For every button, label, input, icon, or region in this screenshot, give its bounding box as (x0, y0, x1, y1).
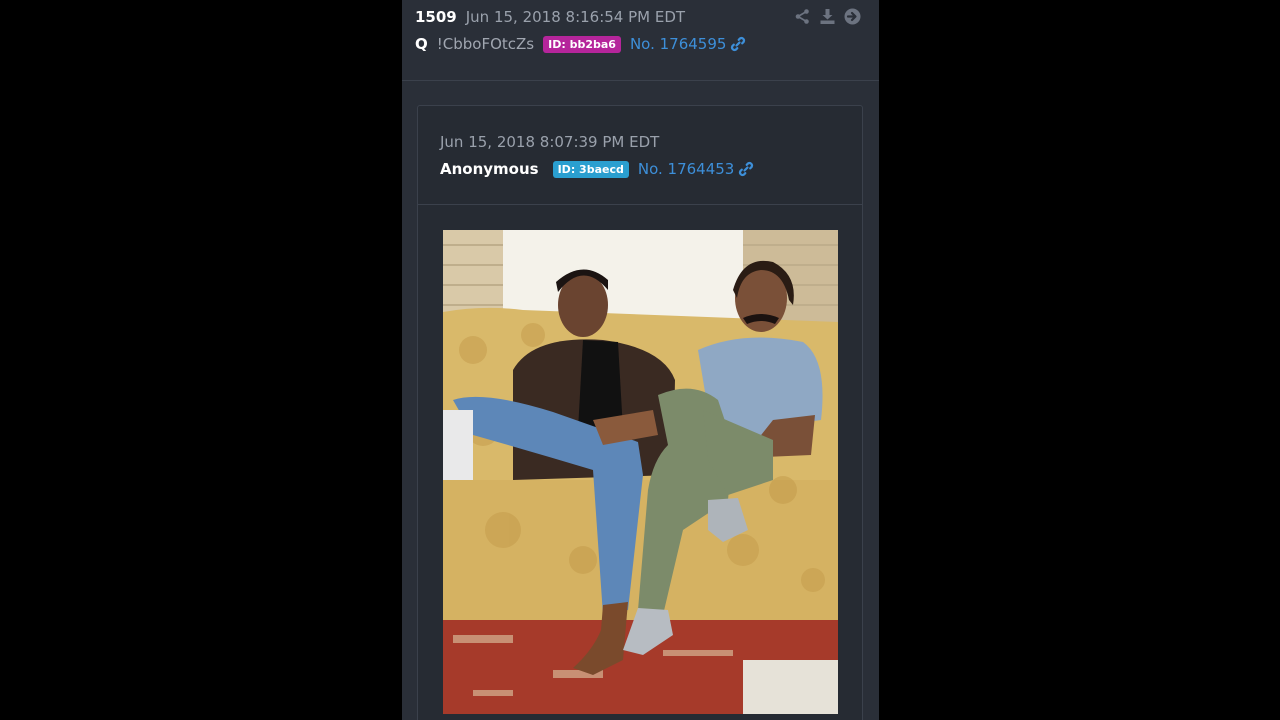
quoted-author-row: Anonymous ID: 3baecd No. 1764453 (440, 160, 754, 178)
link-icon (739, 161, 754, 177)
quoted-post-number-link[interactable]: No. 1764453 (638, 160, 754, 178)
post-number: 1509 (415, 8, 457, 26)
post-number-link[interactable]: No. 1764595 (630, 35, 746, 53)
link-icon (731, 36, 746, 52)
arrow-right-circle-icon[interactable] (844, 8, 861, 25)
post-date: Jun 15, 2018 8:16:54 PM EDT (465, 8, 686, 26)
post-actions (794, 8, 861, 25)
author-name: Q (415, 35, 428, 53)
quoted-post-header: Jun 15, 2018 8:07:39 PM EDT Anonymous ID… (418, 106, 862, 205)
post-header: 1509 Jun 15, 2018 8:16:54 PM EDT Q !Cbbo… (402, 0, 879, 81)
post-meta-row: 1509 Jun 15, 2018 8:16:54 PM EDT (415, 8, 685, 26)
download-icon[interactable] (819, 8, 836, 25)
post-ref-text: No. 1764595 (629, 35, 727, 53)
tripcode: !CbboFOtcZs (436, 35, 535, 53)
share-icon[interactable] (794, 8, 811, 25)
poster-id-badge[interactable]: ID: bb2ba6 (543, 35, 621, 53)
post-panel: 1509 Jun 15, 2018 8:16:54 PM EDT Q !Cbbo… (402, 0, 879, 720)
attached-photo[interactable] (443, 230, 838, 714)
quoted-poster-id-badge[interactable]: ID: 3baecd (552, 160, 629, 178)
quoted-author-name: Anonymous (440, 160, 539, 178)
quoted-post-date: Jun 15, 2018 8:07:39 PM EDT (440, 133, 660, 151)
post-author-row: Q !CbboFOtcZs ID: bb2ba6 No. 1764595 (415, 35, 746, 53)
quoted-post: Jun 15, 2018 8:07:39 PM EDT Anonymous ID… (417, 105, 863, 720)
quoted-post-ref-text: No. 1764453 (637, 160, 735, 178)
